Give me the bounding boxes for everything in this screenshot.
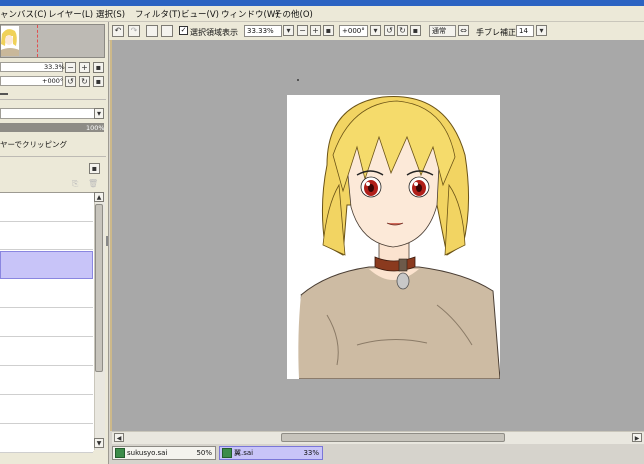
- stabilizer-label: 手ブレ補正: [476, 28, 516, 37]
- opacity-value: 100%: [86, 124, 105, 132]
- scroll-down-button[interactable]: ▼: [94, 438, 104, 448]
- navigator-thumbnail-image: [1, 26, 19, 56]
- menu-select[interactable]: 選択(S): [96, 8, 125, 20]
- selection-display-label: 選択領域表示: [190, 28, 238, 37]
- zoom-in-button[interactable]: +: [79, 62, 90, 73]
- toolbar-blend-mode[interactable]: 通常: [429, 25, 456, 37]
- toolbar-zoom-in-button[interactable]: +: [310, 25, 321, 36]
- selection-display-checkbox[interactable]: ✓: [179, 26, 188, 35]
- document-tab-active[interactable]: 翼.sai 33%: [219, 446, 323, 460]
- toolbar-rotate-right-button[interactable]: ↻: [397, 25, 408, 36]
- layer-list-scroll-thumb[interactable]: [95, 204, 103, 372]
- navigator-view-frame: [37, 25, 38, 57]
- scroll-right-button[interactable]: ▶: [632, 433, 642, 442]
- document-tab-zoom: 50%: [196, 449, 212, 457]
- flip-horizontal-icon[interactable]: ⇔: [458, 25, 469, 36]
- toolbar-rotate-reset-button[interactable]: ▪: [410, 25, 421, 36]
- layer-row[interactable]: [0, 396, 93, 424]
- navigator-preview[interactable]: [0, 24, 105, 58]
- rotate-reset-button[interactable]: ▪: [93, 76, 104, 87]
- toolbar-rotation-dropdown[interactable]: ▾: [370, 25, 381, 36]
- panel-divider-2: [0, 156, 106, 157]
- scroll-left-button[interactable]: ◀: [114, 433, 124, 442]
- document-tab-name: sukusyo.sai: [127, 449, 168, 457]
- toolbar-zoom-field[interactable]: 33.33%: [244, 25, 282, 37]
- document-tab-zoom: 33%: [303, 449, 319, 457]
- toolbar-zoom-out-button[interactable]: −: [297, 25, 308, 36]
- delete-layer-icon[interactable]: 🗑: [88, 179, 98, 189]
- undo-icon[interactable]: ↶: [112, 25, 124, 37]
- invert-selection-icon[interactable]: [161, 25, 173, 37]
- toolbar-rotate-left-button[interactable]: ↺: [384, 25, 395, 36]
- document-tab-name: 翼.sai: [234, 449, 254, 457]
- document-tab[interactable]: sukusyo.sai 50%: [112, 446, 216, 460]
- character-illustration: [287, 95, 500, 379]
- menu-filter[interactable]: フィルタ(T): [135, 8, 181, 20]
- new-layer-icon[interactable]: ⎘: [72, 179, 82, 189]
- navigator-slider[interactable]: [0, 93, 8, 95]
- layer-option-button[interactable]: ▪: [89, 163, 100, 174]
- menu-layer[interactable]: レイヤー(L): [48, 8, 93, 20]
- menu-window[interactable]: ウィンドウ(W): [221, 8, 279, 20]
- menu-other[interactable]: その他(O): [274, 8, 313, 20]
- document-icon: [115, 448, 125, 458]
- panel-resize-handle[interactable]: [106, 236, 108, 246]
- stabilizer-field[interactable]: 14: [516, 25, 534, 37]
- redo-icon[interactable]: ↷: [128, 25, 140, 37]
- layer-row[interactable]: [0, 222, 93, 250]
- layer-row[interactable]: [0, 280, 93, 308]
- menu-bar: ャンバス(C) レイヤー(L) 選択(S) フィルタ(T) ビュー(V) ウィン…: [0, 6, 644, 22]
- toolbar-zoom-dropdown[interactable]: ▾: [283, 25, 294, 36]
- menu-view[interactable]: ビュー(V): [181, 8, 219, 20]
- layer-row[interactable]: [0, 338, 93, 366]
- rotate-left-button[interactable]: ↺: [65, 76, 76, 87]
- clipping-checkbox-label[interactable]: ヤーでクリッピング: [0, 139, 67, 150]
- layer-row[interactable]: [0, 367, 93, 395]
- zoom-reset-button[interactable]: ▪: [93, 62, 104, 73]
- panel-divider: [0, 99, 106, 100]
- layer-row-selected[interactable]: [0, 251, 93, 279]
- rotate-right-button[interactable]: ↻: [79, 76, 90, 87]
- stabilizer-dropdown[interactable]: ▾: [536, 25, 547, 36]
- chevron-down-icon[interactable]: ▾: [94, 108, 104, 119]
- navigator-rotation-value: +000°: [42, 77, 64, 85]
- toolbar-zoom-reset-button[interactable]: ▪: [323, 25, 334, 36]
- deselect-icon[interactable]: [146, 25, 158, 37]
- scroll-up-button[interactable]: ▲: [94, 192, 104, 202]
- layer-row[interactable]: [0, 425, 93, 453]
- blend-mode-dropdown[interactable]: [0, 108, 104, 119]
- menu-canvas[interactable]: ャンバス(C): [0, 8, 47, 20]
- canvas-cursor-dot: [297, 79, 299, 81]
- document-icon: [222, 448, 232, 458]
- layer-row[interactable]: [0, 309, 93, 337]
- toolbar-rotation-field[interactable]: +000°: [339, 25, 368, 37]
- layer-row[interactable]: [0, 194, 93, 222]
- navigator-zoom-value: 33.3%: [44, 63, 65, 71]
- canvas-document[interactable]: [287, 95, 500, 379]
- zoom-out-button[interactable]: −: [65, 62, 76, 73]
- canvas-scroll-thumb[interactable]: [281, 433, 505, 442]
